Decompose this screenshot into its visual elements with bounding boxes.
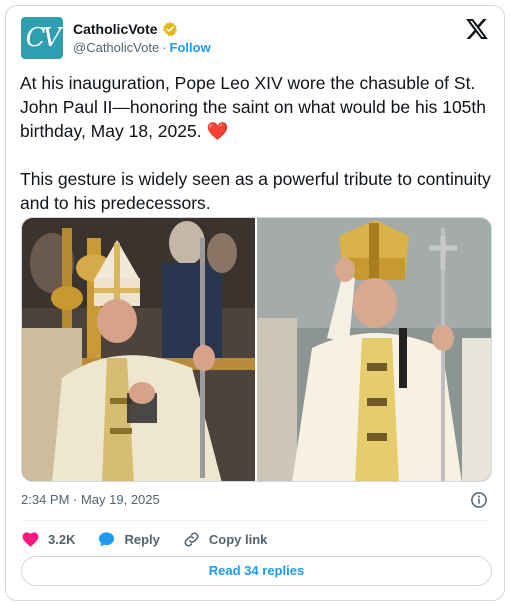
copy-link-button[interactable]: Copy link (182, 530, 268, 549)
verified-badge-icon (162, 22, 177, 37)
handle-separator: · (162, 40, 167, 55)
reply-bubble-icon (99, 531, 115, 547)
heart-emoji: ❤️ (206, 121, 229, 141)
avatar[interactable]: CV (21, 17, 63, 59)
pope-leo-photo[interactable] (22, 218, 255, 481)
reply-label: Reply (124, 531, 160, 547)
pope-leo-illustration (22, 218, 255, 481)
display-name[interactable]: CatholicVote (73, 21, 158, 37)
like-button[interactable]: 3.2K (21, 530, 75, 549)
author-name-row: CatholicVote (73, 20, 178, 38)
x-logo-icon[interactable] (466, 19, 488, 39)
link-icon (184, 531, 199, 547)
avatar-letters: CV (25, 23, 62, 53)
follow-button[interactable]: Follow (170, 40, 211, 55)
john-paul-ii-photo[interactable] (257, 218, 491, 481)
tweet-text-paragraph-2: This gesture is widely seen as a powerfu… (20, 169, 491, 213)
info-icon[interactable] (470, 491, 488, 509)
divider (21, 520, 489, 521)
tweet-text: At his inauguration, Pope Leo XIV wore t… (20, 71, 496, 215)
media-grid[interactable] (21, 217, 492, 482)
author-handle[interactable]: @CatholicVote (73, 40, 159, 55)
heart-icon (22, 531, 39, 547)
like-count: 3.2K (48, 531, 76, 547)
john-paul-ii-illustration (257, 218, 491, 481)
tweet-text-paragraph-1: At his inauguration, Pope Leo XIV wore t… (20, 73, 487, 141)
action-bar: 3.2K Reply Copy link (21, 527, 289, 551)
handle-row: @CatholicVote · Follow (73, 40, 211, 55)
tweet-timestamp[interactable]: 2:34 PM · May 19, 2025 (21, 492, 160, 507)
read-replies-button[interactable]: Read 34 replies (21, 556, 492, 586)
copy-link-label: Copy link (208, 531, 268, 547)
tweet-card: CV CatholicVote @CatholicVote · Follow A… (5, 5, 505, 601)
reply-button[interactable]: Reply (97, 530, 160, 549)
